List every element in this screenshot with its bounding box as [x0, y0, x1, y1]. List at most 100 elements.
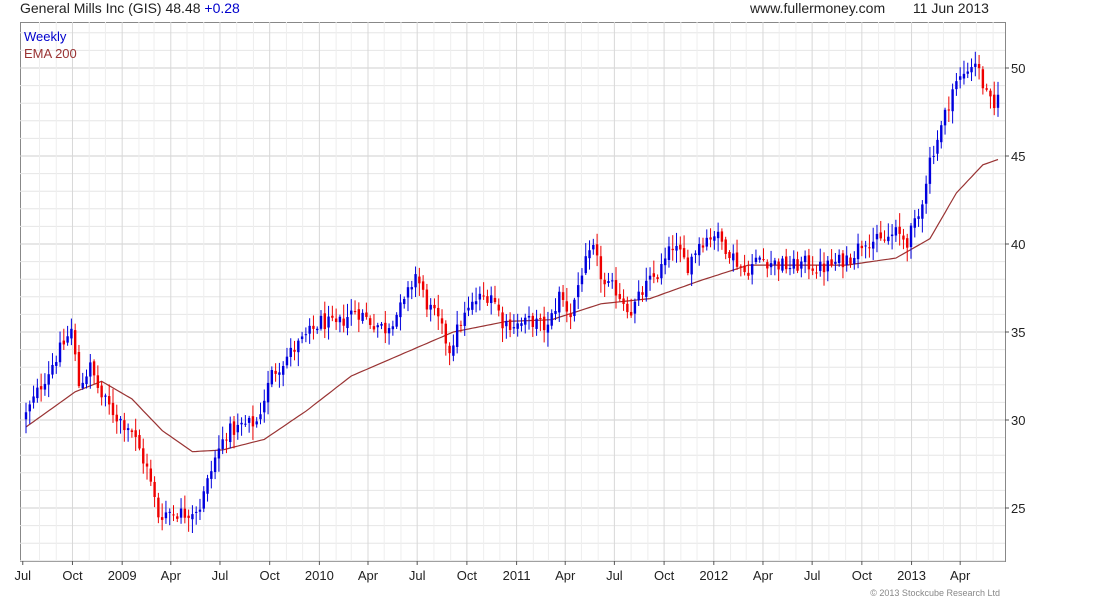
candle-body: [236, 424, 239, 433]
candle-body: [542, 316, 546, 331]
x-tick-label: Oct: [260, 568, 281, 583]
candle-body: [595, 244, 599, 256]
candle-body: [240, 422, 243, 425]
x-tick-label: Jul: [606, 568, 623, 583]
candle-body: [266, 382, 270, 403]
candle-body: [943, 109, 947, 126]
candle-body: [263, 400, 266, 413]
candle-body: [584, 256, 587, 274]
candle-body: [225, 439, 228, 441]
candle-body: [353, 311, 357, 313]
x-tick-label: 2010: [305, 568, 334, 583]
candle-body: [520, 323, 523, 326]
candle-body: [274, 370, 277, 374]
x-tick-label: Apr: [950, 568, 971, 583]
candle-body: [868, 247, 871, 249]
candle-body: [247, 417, 251, 423]
candle-body: [667, 246, 671, 260]
candle-body: [160, 517, 164, 520]
candle-body: [720, 231, 724, 242]
candle-body: [822, 263, 826, 273]
candle-body: [391, 326, 395, 330]
candle-body: [958, 76, 962, 80]
candle-body: [297, 340, 300, 353]
candle-body: [176, 516, 179, 519]
candle-body: [977, 63, 981, 69]
candle-body: [289, 347, 292, 357]
candle-body: [970, 67, 973, 73]
candle-body: [346, 317, 349, 329]
candle-body: [660, 264, 663, 279]
candle-body: [168, 511, 171, 513]
candle-body: [754, 257, 758, 263]
candle-body: [489, 295, 493, 304]
candle-body: [138, 435, 141, 449]
candle-body: [728, 252, 731, 259]
candle-body: [841, 253, 845, 268]
candle-body: [894, 227, 898, 236]
candle-body: [909, 225, 913, 248]
candle-body: [762, 259, 765, 261]
candle-body: [361, 312, 364, 321]
copyright: © 2013 Stockcube Research Ltd: [870, 588, 1000, 598]
candle-body: [28, 404, 31, 412]
candle-body: [229, 423, 232, 443]
candle-body: [338, 316, 342, 323]
candle-body: [947, 109, 951, 111]
x-tick-label: Jul: [409, 568, 426, 583]
x-tick-label: Oct: [62, 568, 83, 583]
x-tick-label: Oct: [457, 568, 478, 583]
candle-body: [210, 471, 213, 479]
candle-body: [372, 326, 376, 330]
candle-body: [92, 361, 96, 376]
candle-body: [902, 235, 905, 240]
candle-body: [796, 259, 799, 271]
candle-body: [501, 312, 504, 329]
x-tick-label: 2011: [503, 568, 531, 583]
candle-body: [599, 256, 603, 280]
x-tick-label: Jul: [14, 568, 31, 583]
x-tick-label: Jul: [212, 568, 229, 583]
candle-body: [486, 296, 489, 303]
candle-body: [766, 262, 769, 269]
candle-body: [932, 155, 935, 157]
candle-body: [686, 257, 690, 274]
candle-body: [758, 257, 761, 260]
candle-body: [826, 260, 830, 272]
candle-body: [558, 291, 561, 313]
candle-body: [478, 293, 482, 300]
candle-body: [43, 383, 47, 390]
candle-body: [573, 299, 576, 316]
candle-body: [819, 261, 822, 271]
candle-body: [871, 241, 875, 249]
candle-body: [512, 327, 516, 329]
candle-body: [690, 256, 693, 275]
candle-body: [70, 328, 73, 339]
candle-body: [626, 303, 629, 313]
candle-body: [342, 318, 345, 326]
candle-body: [785, 256, 788, 270]
candle-body: [633, 301, 637, 314]
candle-body: [111, 402, 115, 416]
candle-body: [368, 318, 372, 325]
candle-body: [387, 328, 391, 334]
candle-body: [384, 322, 387, 334]
candle-body: [565, 301, 569, 312]
candle-body: [32, 396, 35, 403]
x-tick-label: 2013: [897, 568, 926, 583]
candle-body: [800, 261, 803, 269]
x-tick-label: 2009: [108, 568, 137, 583]
candle-body: [471, 301, 474, 310]
candle-body: [327, 316, 330, 328]
candle-body: [648, 275, 652, 280]
candle-body: [508, 319, 512, 330]
candle-body: [679, 244, 682, 250]
candle-body: [682, 248, 686, 258]
candle-body: [531, 315, 535, 328]
x-axis: Jul Oct 2009 Apr Jul Oct 2010 Apr Jul Oct 2011 Apr J…: [14, 561, 971, 583]
candle-body: [452, 345, 455, 356]
candle-body: [807, 255, 811, 270]
candle-body: [191, 514, 194, 520]
candle-body: [769, 263, 773, 268]
candle-body: [251, 416, 255, 427]
